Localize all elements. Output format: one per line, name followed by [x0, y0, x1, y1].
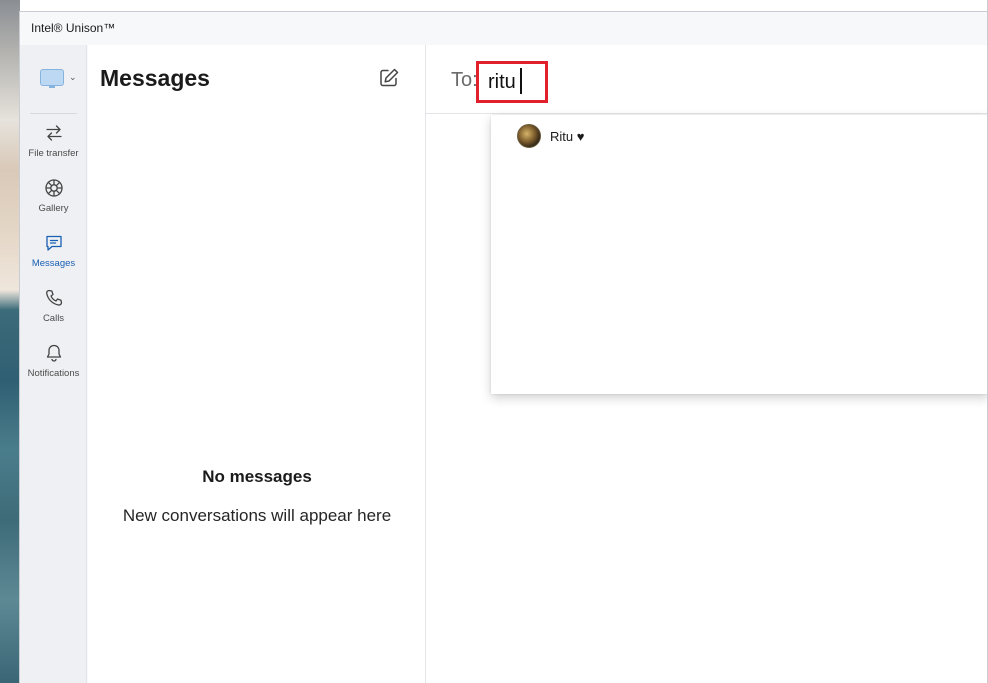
app-window: Intel® Unison™ ⌄ File transfer Gallery M…	[19, 11, 988, 683]
file-transfer-icon	[45, 125, 62, 141]
nav-label-notifications: Notifications	[27, 368, 80, 379]
nav-item-file-transfer[interactable]: File transfer	[20, 123, 87, 173]
nav-label-messages: Messages	[31, 258, 76, 269]
messages-list-pane: Messages No messages New conversations w…	[88, 45, 426, 683]
messages-icon	[45, 235, 62, 251]
compose-icon	[380, 68, 399, 87]
nav-label-file-transfer: File transfer	[28, 148, 79, 159]
empty-state-title: No messages	[202, 467, 312, 486]
recipient-bar: To:	[426, 45, 988, 114]
nav-label-gallery: Gallery	[38, 203, 69, 214]
nav-label-calls: Calls	[42, 313, 65, 324]
nav-item-messages[interactable]: Messages	[20, 233, 87, 283]
nav-item-notifications[interactable]: Notifications	[20, 343, 87, 393]
monitor-icon	[40, 68, 64, 88]
phone-icon	[45, 289, 62, 306]
conversation-pane: To: Ritu ♥	[426, 45, 988, 683]
desktop-wallpaper	[0, 0, 20, 683]
to-label: To:	[451, 69, 478, 91]
chevron-down-icon: ⌄	[69, 71, 77, 82]
contact-suggestions-dropdown: Ritu ♥	[491, 115, 988, 394]
page-title: Messages	[100, 65, 210, 91]
contact-suggestion-name: Ritu ♥	[550, 128, 585, 144]
nav-item-calls[interactable]: Calls	[20, 288, 87, 338]
contact-avatar	[517, 124, 541, 148]
contact-suggestion-item[interactable]: Ritu ♥	[517, 124, 584, 148]
bell-icon	[46, 344, 61, 362]
recipient-input[interactable]	[476, 61, 548, 103]
text-caret	[520, 68, 522, 94]
nav-rail: ⌄ File transfer Gallery Messages Calls N…	[20, 45, 87, 683]
nav-item-gallery[interactable]: Gallery	[20, 178, 87, 228]
device-selector[interactable]: ⌄	[40, 65, 82, 89]
empty-state-subtitle: New conversations will appear here	[122, 506, 392, 525]
title-bar: Intel® Unison™	[20, 12, 988, 45]
window-title: Intel® Unison™	[31, 21, 116, 35]
new-message-button[interactable]	[376, 65, 402, 91]
gallery-icon	[44, 179, 63, 197]
rail-divider	[30, 113, 77, 114]
